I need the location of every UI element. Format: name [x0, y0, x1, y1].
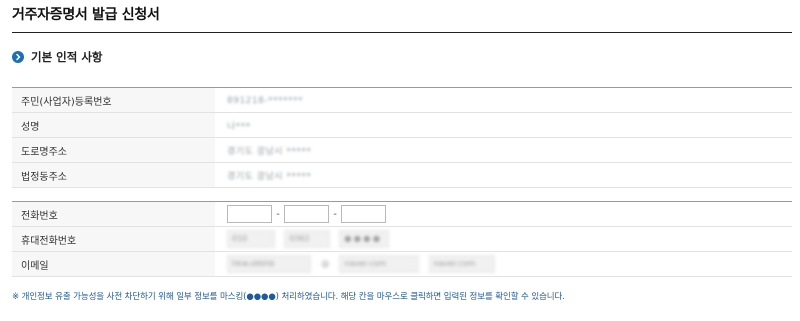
phone-area-input[interactable]	[227, 205, 272, 223]
masked-value[interactable]: 경기도 광남시 *****	[227, 144, 311, 157]
table-row: 성명 나***	[12, 112, 792, 138]
legal-address-value[interactable]: 경기도 광남시 *****	[215, 162, 792, 188]
email-at-sign: @	[316, 255, 335, 273]
email-field-group: hkw.sbbhb @ naver.com naver.com	[215, 251, 792, 277]
table-row: 이메일 hkw.sbbhb @ naver.com naver.com	[12, 251, 792, 277]
email-label: 이메일	[12, 251, 215, 277]
table-row: 도로명주소 경기도 광남시 *****	[12, 137, 792, 163]
mobile-field-group: 010 0362 ● ● ● ●	[215, 226, 792, 252]
masked-value[interactable]: 경기도 광남시 *****	[227, 169, 311, 182]
name-label: 성명	[12, 112, 215, 138]
chevron-right-circle-icon	[12, 51, 24, 63]
road-address-value[interactable]: 경기도 광남시 *****	[215, 137, 792, 163]
mobile-label: 휴대전화번호	[12, 226, 215, 252]
email-id-input[interactable]: hkw.sbbhb	[227, 255, 311, 273]
email-domain-select[interactable]: naver.com	[428, 255, 495, 273]
road-address-label: 도로명주소	[12, 137, 215, 163]
page-title: 거주자증명서 발급 신청서	[12, 7, 160, 23]
legal-address-label: 법정동주소	[12, 162, 215, 188]
table-row: 휴대전화번호 010 0362 ● ● ● ●	[12, 226, 792, 252]
mobile-middle-input[interactable]: 0362	[284, 230, 331, 248]
resident-number-value[interactable]: 891218-*******	[215, 87, 792, 113]
table-row: 주민(사업자)등록번호 891218-*******	[12, 87, 792, 113]
mobile-prefix-select[interactable]: 010	[227, 230, 275, 248]
phone-field-group: --	[215, 201, 792, 227]
phone-separator: -	[333, 208, 337, 220]
phone-separator: -	[276, 208, 280, 220]
table-row: 전화번호 --	[12, 201, 792, 227]
phone-label: 전화번호	[12, 201, 215, 227]
name-value[interactable]: 나***	[215, 112, 792, 138]
masking-notice: ※ 개인정보 유출 가능성을 사전 차단하기 위해 일부 정보를 마스킹(●●●…	[12, 292, 565, 302]
section-title: 기본 인적 사항	[31, 50, 103, 64]
basic-info-table: 주민(사업자)등록번호 891218-******* 성명 나*** 도로명주소…	[12, 87, 792, 188]
title-divider	[12, 32, 792, 33]
phone-middle-input[interactable]	[284, 205, 329, 223]
section-header: 기본 인적 사항	[12, 49, 103, 65]
resident-number-label: 주민(사업자)등록번호	[12, 87, 215, 113]
masked-value[interactable]: 891218-*******	[227, 96, 303, 106]
contact-table: 전화번호 -- 휴대전화번호 010 0362 ● ● ● ● 이메일 hkw.…	[12, 201, 792, 277]
phone-last-input[interactable]	[341, 205, 386, 223]
mobile-last-input[interactable]: ● ● ● ●	[339, 230, 390, 248]
masked-value[interactable]: 나***	[227, 119, 251, 132]
table-row: 법정동주소 경기도 광남시 *****	[12, 162, 792, 188]
email-domain-input[interactable]: naver.com	[339, 255, 420, 273]
